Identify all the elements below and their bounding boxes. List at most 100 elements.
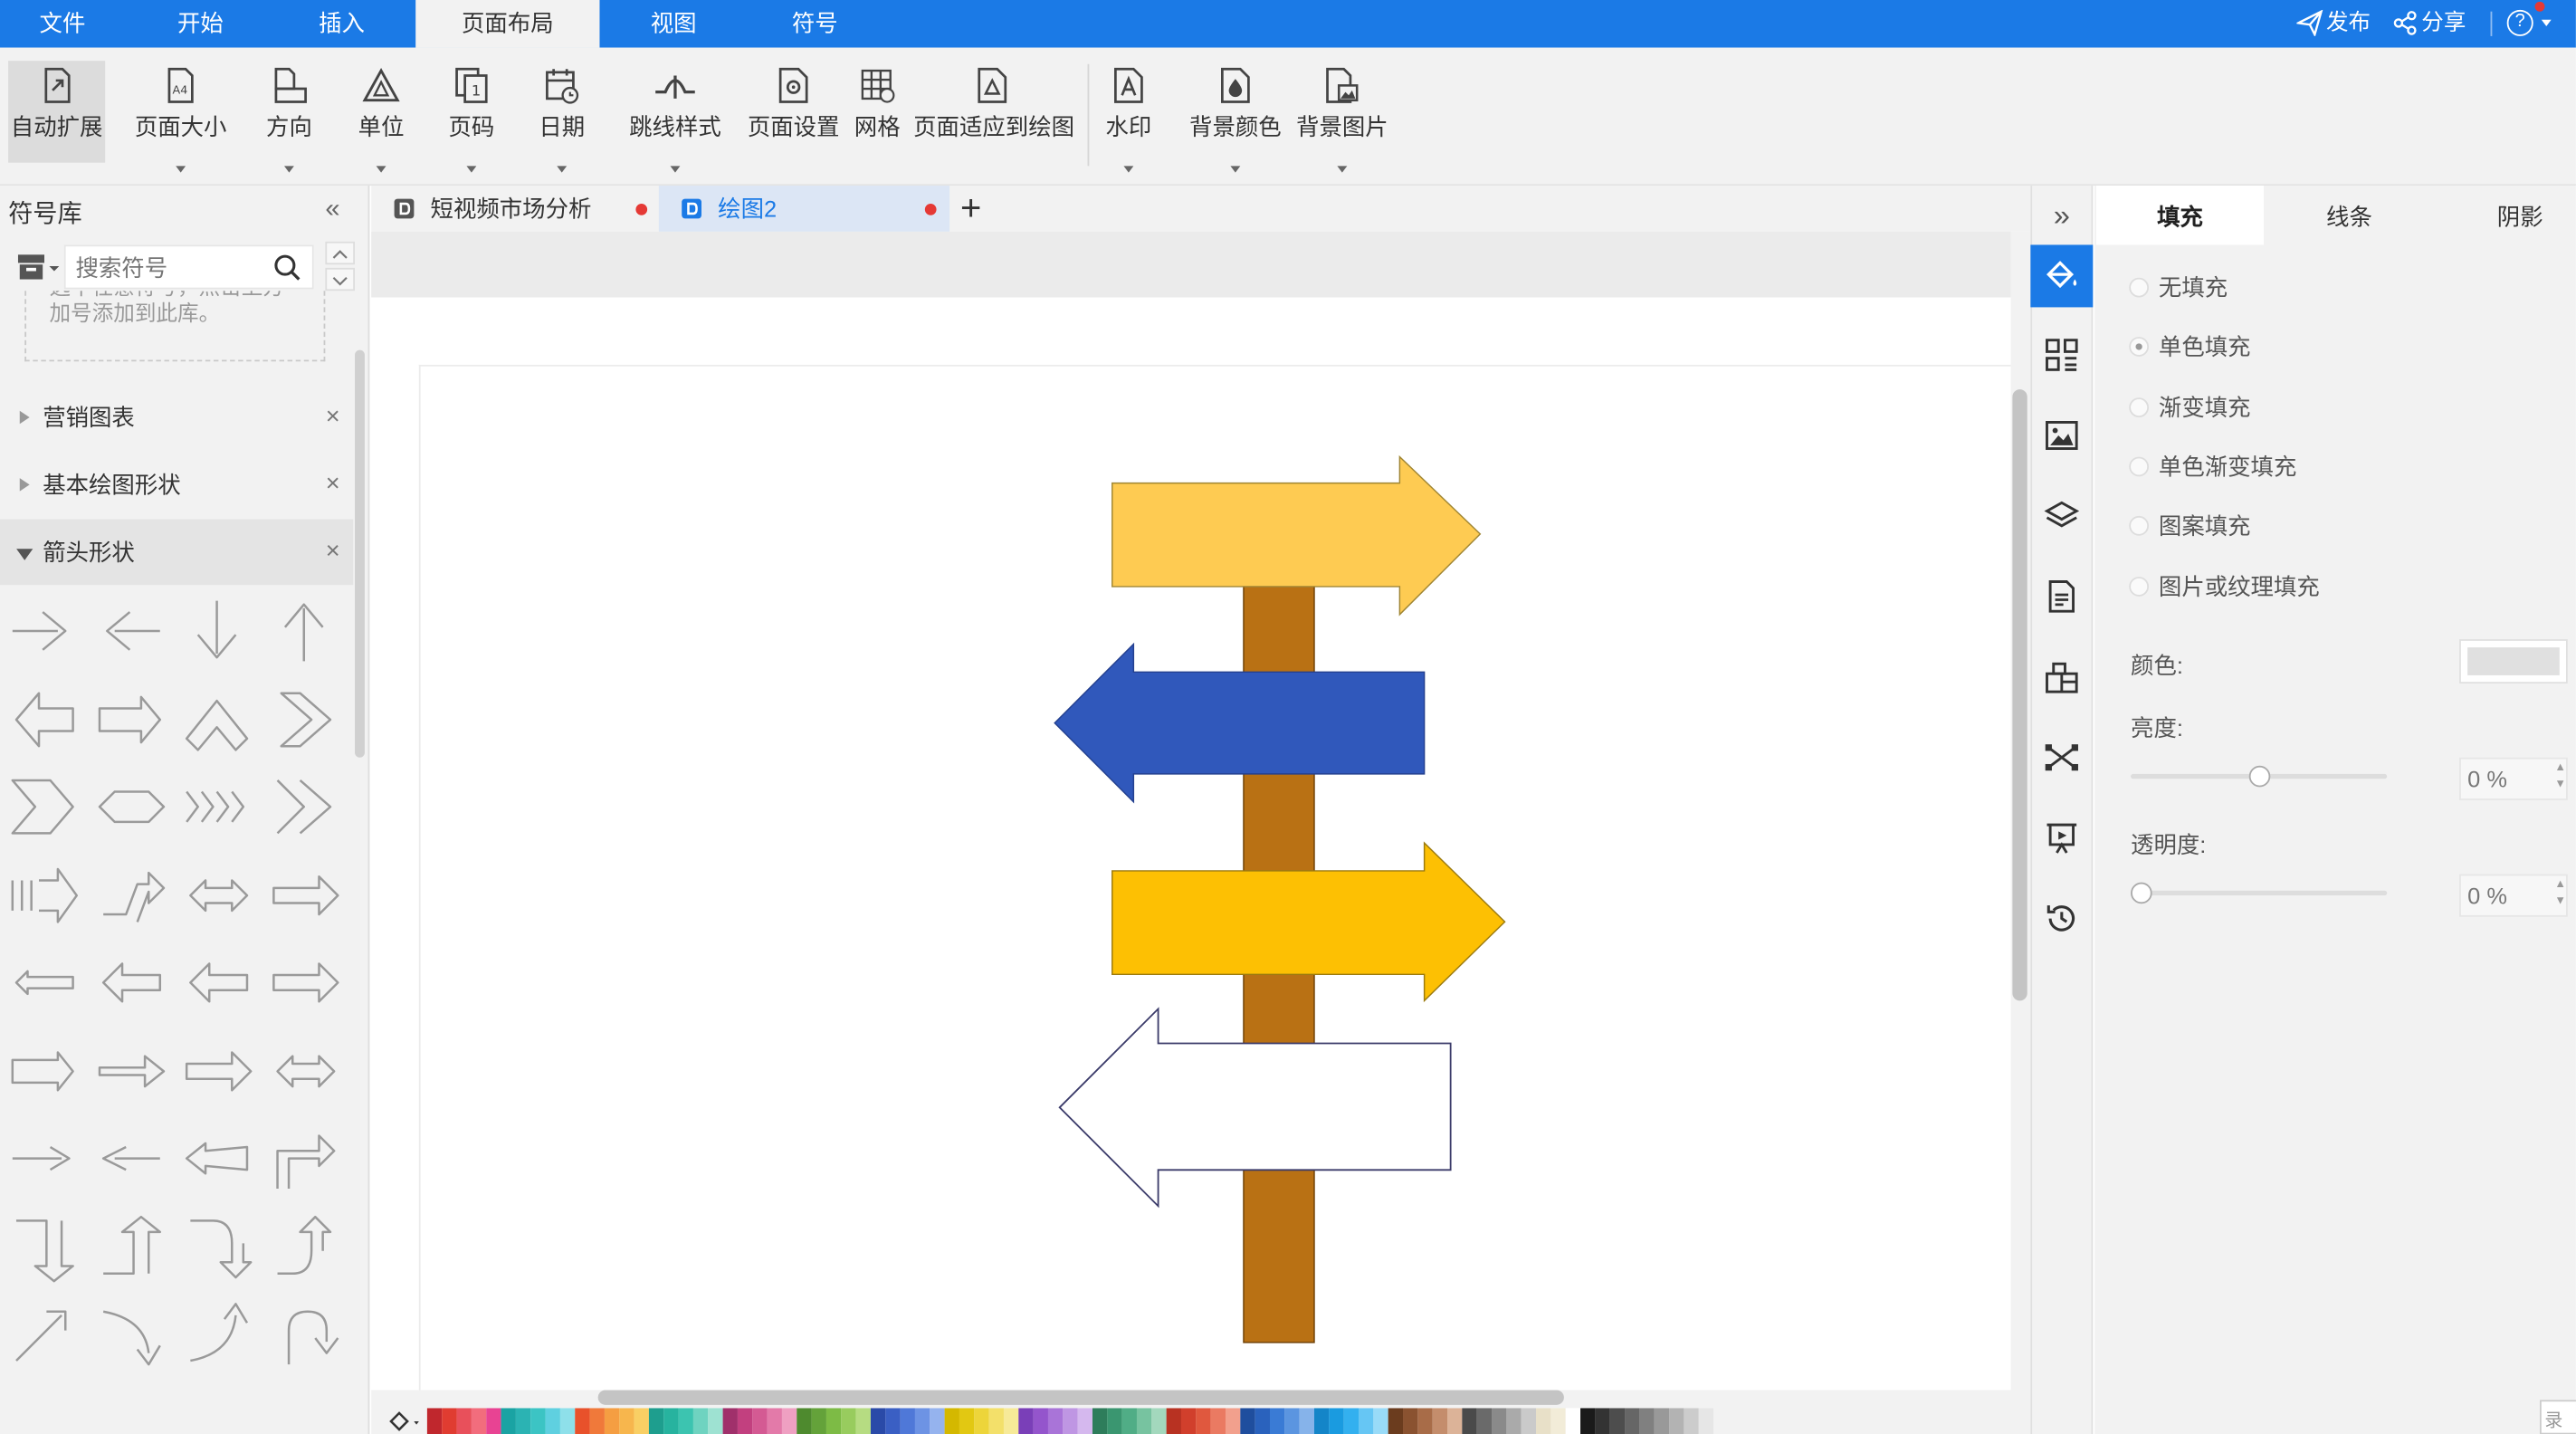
option-gradient-fill[interactable]: 渐变填充 xyxy=(2129,391,2251,424)
radio-button-selected[interactable] xyxy=(2129,337,2150,357)
color-swatch[interactable] xyxy=(914,1408,930,1434)
color-swatch[interactable] xyxy=(1565,1408,1581,1434)
spinner-arrows-icon[interactable]: ▲ ▼ xyxy=(2554,877,2566,910)
color-swatch[interactable] xyxy=(1063,1408,1078,1434)
fill-bucket-icon[interactable] xyxy=(385,1408,425,1434)
tab-shadow[interactable]: 阴影 xyxy=(2438,186,2575,244)
color-swatch[interactable] xyxy=(1388,1408,1404,1434)
color-swatch[interactable] xyxy=(426,1408,443,1434)
radio-button[interactable] xyxy=(2129,577,2150,597)
color-swatch[interactable] xyxy=(1698,1408,1714,1434)
color-swatch[interactable] xyxy=(692,1408,709,1434)
color-swatch[interactable] xyxy=(589,1408,605,1434)
history-button[interactable] xyxy=(2030,887,2093,950)
color-swatch[interactable] xyxy=(1580,1408,1596,1434)
color-swatch[interactable] xyxy=(1018,1408,1034,1434)
color-swatch[interactable] xyxy=(1343,1408,1360,1434)
image-button[interactable] xyxy=(2030,404,2093,466)
theme-button[interactable] xyxy=(2030,324,2093,387)
color-swatch[interactable] xyxy=(1595,1408,1610,1434)
color-swatch[interactable] xyxy=(545,1408,560,1434)
color-swatch[interactable] xyxy=(486,1408,501,1434)
color-swatch[interactable] xyxy=(1639,1408,1655,1434)
color-swatch[interactable] xyxy=(752,1408,768,1434)
slider-thumb[interactable] xyxy=(2247,765,2270,788)
brightness-slider[interactable] xyxy=(2131,765,2388,788)
corner-badge[interactable]: 录 xyxy=(2539,1400,2576,1434)
color-swatch[interactable] xyxy=(1033,1408,1048,1434)
color-swatch[interactable] xyxy=(959,1408,975,1434)
color-swatch[interactable] xyxy=(797,1408,812,1434)
color-swatch[interactable] xyxy=(1003,1408,1019,1434)
color-swatch[interactable] xyxy=(471,1408,487,1434)
color-swatch[interactable] xyxy=(1492,1408,1507,1434)
color-swatch[interactable] xyxy=(841,1408,856,1434)
radio-button[interactable] xyxy=(2129,277,2150,298)
radio-button[interactable] xyxy=(2129,515,2150,536)
color-swatch[interactable] xyxy=(1417,1408,1433,1434)
color-swatch[interactable] xyxy=(1447,1408,1463,1434)
color-swatch[interactable] xyxy=(456,1408,472,1434)
color-swatch[interactable] xyxy=(1550,1408,1566,1434)
color-swatch[interactable] xyxy=(737,1408,753,1434)
color-swatch[interactable] xyxy=(648,1408,664,1434)
color-swatch[interactable] xyxy=(1462,1408,1477,1434)
color-swatch[interactable] xyxy=(1225,1408,1241,1434)
color-swatch[interactable] xyxy=(1196,1408,1211,1434)
option-no-fill[interactable]: 无填充 xyxy=(2129,271,2228,303)
color-swatch[interactable] xyxy=(1180,1408,1197,1434)
color-swatch[interactable] xyxy=(974,1408,989,1434)
color-swatch[interactable] xyxy=(515,1408,531,1434)
color-swatch[interactable] xyxy=(1269,1408,1285,1434)
color-swatch[interactable] xyxy=(1240,1408,1255,1434)
color-swatch[interactable] xyxy=(900,1408,915,1434)
color-swatch[interactable] xyxy=(1403,1408,1418,1434)
color-swatch[interactable] xyxy=(1299,1408,1314,1434)
color-swatch[interactable] xyxy=(530,1408,546,1434)
color-swatch[interactable] xyxy=(1609,1408,1626,1434)
color-swatches[interactable] xyxy=(426,1408,1714,1434)
color-swatch[interactable] xyxy=(855,1408,871,1434)
color-swatch[interactable] xyxy=(1255,1408,1270,1434)
color-swatch[interactable] xyxy=(1092,1408,1108,1434)
layers-button[interactable] xyxy=(2030,484,2093,547)
option-solid-fill[interactable]: 单色填充 xyxy=(2129,330,2251,363)
color-swatch[interactable] xyxy=(634,1408,649,1434)
color-swatch[interactable] xyxy=(944,1408,959,1434)
color-swatch[interactable] xyxy=(1654,1408,1670,1434)
color-swatch[interactable] xyxy=(1314,1408,1330,1434)
presentation-button[interactable] xyxy=(2030,807,2093,869)
radio-button[interactable] xyxy=(2129,456,2150,477)
color-swatch[interactable] xyxy=(1476,1408,1493,1434)
radio-button[interactable] xyxy=(2129,397,2150,418)
opacity-slider[interactable] xyxy=(2131,882,2388,904)
option-single-gradient-fill[interactable]: 单色渐变填充 xyxy=(2129,450,2296,483)
color-swatch[interactable] xyxy=(559,1408,576,1434)
brightness-input[interactable]: 0 % xyxy=(2459,757,2568,800)
tab-line[interactable]: 线条 xyxy=(2267,186,2432,244)
fill-tool-button[interactable] xyxy=(2030,244,2094,308)
color-swatch[interactable] xyxy=(811,1408,826,1434)
spinner-arrows-icon[interactable]: ▲ ▼ xyxy=(2554,760,2566,793)
color-swatch[interactable] xyxy=(885,1408,901,1434)
color-swatch[interactable] xyxy=(1536,1408,1551,1434)
color-swatch[interactable] xyxy=(930,1408,945,1434)
color-swatch[interactable] xyxy=(781,1408,797,1434)
color-swatch[interactable] xyxy=(825,1408,842,1434)
color-swatch[interactable] xyxy=(1210,1408,1226,1434)
color-swatch[interactable] xyxy=(678,1408,693,1434)
color-picker[interactable] xyxy=(2459,639,2568,684)
color-swatch[interactable] xyxy=(1359,1408,1374,1434)
option-pattern-fill[interactable]: 图案填充 xyxy=(2129,510,2251,542)
color-swatch[interactable] xyxy=(663,1408,679,1434)
option-texture-fill[interactable]: 图片或纹理填充 xyxy=(2129,570,2320,603)
opacity-input[interactable]: 0 % xyxy=(2459,874,2568,917)
organize-button[interactable] xyxy=(2030,645,2093,708)
color-swatch[interactable] xyxy=(1521,1408,1537,1434)
color-swatch[interactable] xyxy=(1166,1408,1181,1434)
page-properties-button[interactable] xyxy=(2030,565,2093,627)
sign-arrow-left-blue[interactable] xyxy=(1054,642,1426,804)
connection-button[interactable] xyxy=(2030,726,2093,789)
color-swatch[interactable] xyxy=(767,1408,782,1434)
color-swatch[interactable] xyxy=(1136,1408,1152,1434)
